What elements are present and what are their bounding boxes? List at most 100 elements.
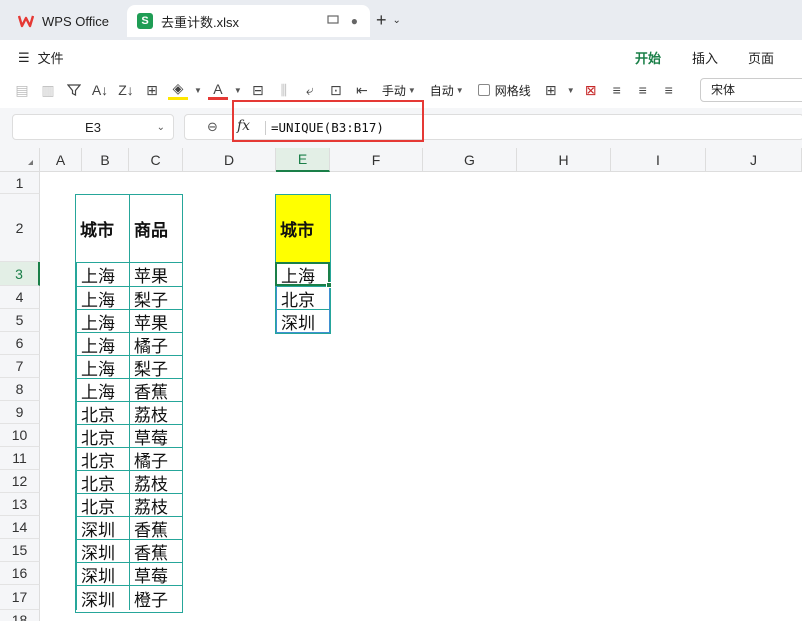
source-cell-city[interactable]: 上海 [76, 378, 129, 403]
source-cell-city[interactable]: 北京 [76, 447, 129, 472]
name-box[interactable]: E3 ⌄ [12, 114, 174, 140]
column-header-c[interactable]: C [129, 148, 183, 172]
source-cell-city[interactable]: 深圳 [76, 585, 129, 611]
source-cell-product[interactable]: 橘子 [129, 332, 182, 357]
source-cell-product[interactable]: 草莓 [129, 562, 182, 587]
window-icon[interactable] [327, 14, 339, 28]
auto-dropdown[interactable]: 自动 ▼ [426, 82, 468, 99]
fill-color-icon[interactable]: ◈ [168, 80, 188, 100]
wps-home-tab[interactable]: WPS Office [8, 6, 120, 36]
column-header-b[interactable]: B [82, 148, 129, 172]
result-cell-city[interactable]: 北京 [276, 286, 330, 311]
source-cell-product[interactable]: 梨子 [129, 355, 182, 380]
distribute-icon[interactable]: ⫼ [274, 80, 294, 100]
source-cell-product[interactable]: 草莓 [129, 424, 182, 449]
sort-descending-icon[interactable]: Z↓ [116, 80, 136, 100]
source-cell-city[interactable]: 北京 [76, 424, 129, 449]
row-header-5[interactable]: 5 [0, 309, 40, 332]
source-cell-city[interactable]: 上海 [76, 332, 129, 357]
fill-handle[interactable] [326, 282, 332, 288]
row-header-6[interactable]: 6 [0, 332, 40, 355]
row-header-17[interactable]: 17 [0, 585, 40, 610]
border-icon[interactable]: ⊞ [142, 80, 162, 100]
row-header-8[interactable]: 8 [0, 378, 40, 401]
zoom-icon[interactable]: ⊖ [207, 119, 218, 135]
indent-icon[interactable]: ⇤ [352, 80, 372, 100]
column-header-a[interactable]: A [40, 148, 82, 172]
font-color-dropdown[interactable]: ▼ [234, 86, 242, 95]
source-cell-product[interactable]: 苹果 [129, 262, 182, 287]
clear-format-icon[interactable]: ⊠ [581, 80, 601, 100]
row-header-11[interactable]: 11 [0, 447, 40, 470]
source-cell-product[interactable]: 梨子 [129, 286, 182, 311]
row-header-4[interactable]: 4 [0, 286, 40, 309]
paste-special-icon[interactable]: ▤ [12, 80, 32, 100]
close-tab-icon[interactable]: ● [351, 14, 358, 28]
row-header-9[interactable]: 9 [0, 401, 40, 424]
merge-icon[interactable]: ⊡ [326, 80, 346, 100]
source-cell-product[interactable]: 香蕉 [129, 516, 182, 541]
align-icon[interactable]: ⊟ [248, 80, 268, 100]
gridlines-toggle[interactable]: 网格线 [474, 82, 535, 99]
filter-icon[interactable] [64, 80, 84, 100]
result-header-city[interactable]: 城市 [276, 194, 330, 262]
source-cell-product[interactable]: 香蕉 [129, 539, 182, 564]
row-header-12[interactable]: 12 [0, 470, 40, 493]
column-header-e[interactable]: E [276, 148, 330, 172]
row-header-3[interactable]: 3 [0, 262, 40, 286]
align-left-icon[interactable]: ≡ [607, 80, 627, 100]
source-cell-city[interactable]: 上海 [76, 355, 129, 380]
source-cell-product[interactable]: 苹果 [129, 309, 182, 334]
column-header-f[interactable]: F [330, 148, 423, 172]
clipboard-icon[interactable]: ▥ [38, 80, 58, 100]
column-header-h[interactable]: H [517, 148, 611, 172]
tab-page[interactable]: 页面 [748, 48, 774, 67]
file-tab[interactable]: S 去重计数.xlsx ● [127, 5, 370, 37]
source-cell-product[interactable]: 荔枝 [129, 401, 182, 426]
column-header-g[interactable]: G [423, 148, 517, 172]
column-header-j[interactable]: J [706, 148, 802, 172]
source-cell-city[interactable]: 深圳 [76, 562, 129, 587]
font-name-select[interactable]: 宋体 [700, 78, 802, 102]
tab-insert[interactable]: 插入 [692, 48, 718, 67]
row-header-1[interactable]: 1 [0, 172, 40, 194]
source-cell-product[interactable]: 荔枝 [129, 493, 182, 518]
source-cell-city[interactable]: 北京 [76, 493, 129, 518]
align-right-icon[interactable]: ≡ [659, 80, 679, 100]
file-menu[interactable]: ☰ 文件 [18, 48, 64, 67]
cell-style-icon[interactable]: ⊞ [541, 80, 561, 100]
font-color-icon[interactable]: A [207, 80, 228, 100]
source-cell-product[interactable]: 荔枝 [129, 470, 182, 495]
source-cell-city[interactable]: 上海 [76, 286, 129, 311]
chevron-down-icon[interactable]: ⌄ [393, 15, 401, 26]
row-header-14[interactable]: 14 [0, 516, 40, 539]
source-cell-city[interactable]: 深圳 [76, 539, 129, 564]
source-header-city[interactable]: 城市 [76, 194, 129, 262]
row-header-16[interactable]: 16 [0, 562, 40, 585]
source-cell-city[interactable]: 上海 [76, 309, 129, 334]
row-header-2[interactable]: 2 [0, 194, 40, 262]
source-cell-product[interactable]: 橘子 [129, 447, 182, 472]
new-tab-icon[interactable]: + [376, 10, 387, 31]
source-header-product[interactable]: 商品 [129, 194, 182, 262]
row-header-7[interactable]: 7 [0, 355, 40, 378]
row-header-13[interactable]: 13 [0, 493, 40, 516]
cell-style-dropdown[interactable]: ▼ [567, 86, 575, 95]
select-all-corner[interactable] [0, 148, 40, 172]
fill-color-dropdown[interactable]: ▼ [194, 86, 202, 95]
row-header-18[interactable]: 18 [0, 610, 40, 621]
manual-dropdown[interactable]: 手动 ▼ [378, 82, 420, 99]
result-cell-city[interactable]: 深圳 [276, 309, 330, 334]
column-header-i[interactable]: I [611, 148, 706, 172]
row-header-10[interactable]: 10 [0, 424, 40, 447]
source-cell-city[interactable]: 深圳 [76, 516, 129, 541]
align-center-icon[interactable]: ≡ [633, 80, 653, 100]
source-cell-city[interactable]: 北京 [76, 470, 129, 495]
tab-home[interactable]: 开始 [635, 48, 662, 75]
source-cell-city[interactable]: 上海 [76, 262, 129, 287]
row-header-15[interactable]: 15 [0, 539, 40, 562]
sort-ascending-icon[interactable]: A↓ [90, 80, 110, 100]
result-cell-city[interactable]: 上海 [276, 262, 330, 287]
source-cell-product[interactable]: 橙子 [129, 585, 182, 611]
source-cell-product[interactable]: 香蕉 [129, 378, 182, 403]
